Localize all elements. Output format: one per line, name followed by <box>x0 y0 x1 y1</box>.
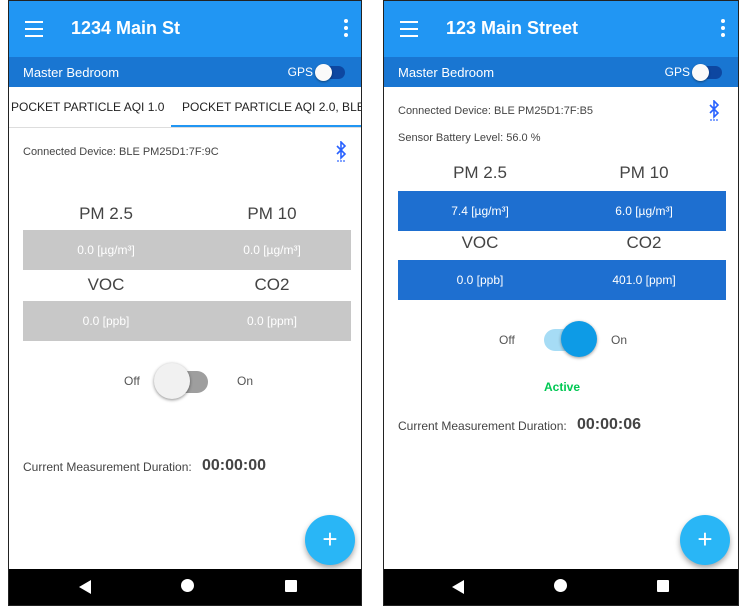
gps-label: GPS <box>664 65 690 79</box>
add-fab-button[interactable]: + <box>305 515 355 565</box>
system-nav-bar <box>384 569 738 605</box>
room-bar: Master Bedroom GPS <box>9 57 361 87</box>
gps-toggle-knob <box>692 64 709 81</box>
back-triangle-icon[interactable] <box>79 580 91 594</box>
voc-label: VOC <box>461 233 499 252</box>
plus-icon: + <box>697 524 713 554</box>
system-nav-bar <box>9 569 361 605</box>
gps-toggle-knob <box>315 64 332 81</box>
switch-off-label: Off <box>499 333 515 347</box>
home-circle-icon[interactable] <box>181 579 194 592</box>
gas-value-row: 0.0 [ppb] 0.0 [ppm] <box>23 301 351 341</box>
connected-device-label: Connected Device: BLE PM25D1:7F:9C <box>23 146 219 158</box>
bluetooth-searching-icon[interactable] <box>335 141 347 163</box>
pm10-value: 0.0 [µg/m³] <box>243 243 301 257</box>
recents-square-icon[interactable] <box>285 580 297 592</box>
pm-value-row: 7.4 [µg/m³] 6.0 [µg/m³] <box>398 191 726 231</box>
room-bar: Master Bedroom GPS <box>384 57 738 87</box>
pm-value-row: 0.0 [µg/m³] 0.0 [µg/m³] <box>23 230 351 270</box>
phone-screen-b: 123 Main Street Master Bedroom GPS Conne… <box>383 0 739 606</box>
measurement-switch-knob[interactable] <box>154 363 190 399</box>
room-label: Master Bedroom <box>23 65 120 80</box>
back-triangle-icon[interactable] <box>452 580 464 594</box>
tab-aqi-2-ble[interactable]: POCKET PARTICLE AQI 2.0, BLE <box>182 100 361 114</box>
switch-on-label: On <box>611 333 628 347</box>
bluetooth-searching-icon[interactable] <box>708 100 720 122</box>
phone-screen-a: 1234 Main St Master Bedroom GPS POCKET P… <box>8 0 362 606</box>
app-bar: 123 Main Street <box>384 1 738 57</box>
gas-value-row: 0.0 [ppb] 401.0 [ppm] <box>398 260 726 300</box>
co2-value: 401.0 [ppm] <box>612 273 676 287</box>
co2-label: CO2 <box>254 275 290 294</box>
measurement-switch-knob[interactable] <box>561 321 597 357</box>
status-active-label: Active <box>544 380 581 394</box>
overflow-menu-icon[interactable] <box>720 19 726 40</box>
pm10-label: PM 10 <box>619 163 669 182</box>
duration-label: Current Measurement Duration: <box>23 460 192 474</box>
plus-icon: + <box>322 524 338 554</box>
voc-value: 0.0 [ppb] <box>82 314 130 328</box>
tab-indicator <box>171 125 361 127</box>
hamburger-menu-icon[interactable] <box>400 21 418 37</box>
location-title: 1234 Main St <box>71 18 181 38</box>
pm25-label: PM 2.5 <box>79 204 133 223</box>
pm25-label: PM 2.5 <box>453 163 507 182</box>
overflow-menu-icon[interactable] <box>343 19 349 40</box>
gps-toggle[interactable] <box>315 64 345 81</box>
duration-label: Current Measurement Duration: <box>398 419 567 433</box>
add-fab-button[interactable]: + <box>680 515 730 565</box>
recents-square-icon[interactable] <box>657 580 669 592</box>
connected-device-label: Connected Device: BLE PM25D1:7F:B5 <box>398 105 594 117</box>
tab-bar: POCKET PARTICLE AQI 1.0 POCKET PARTICLE … <box>9 87 361 128</box>
pm25-value: 0.0 [µg/m³] <box>77 243 135 257</box>
pm25-value: 7.4 [µg/m³] <box>451 204 509 218</box>
pm10-label: PM 10 <box>247 204 297 223</box>
pm10-value: 6.0 [µg/m³] <box>615 204 673 218</box>
duration-value: 00:00:06 <box>577 416 642 433</box>
location-title: 123 Main Street <box>446 18 579 38</box>
voc-value: 0.0 [ppb] <box>456 273 504 287</box>
room-label: Master Bedroom <box>398 65 495 80</box>
co2-label: CO2 <box>626 233 662 252</box>
switch-on-label: On <box>237 374 254 388</box>
app-bar: 1234 Main St <box>9 1 361 57</box>
gps-toggle[interactable] <box>692 64 722 81</box>
co2-value: 0.0 [ppm] <box>246 314 298 328</box>
gps-label: GPS <box>287 65 313 79</box>
hamburger-menu-icon[interactable] <box>25 21 43 37</box>
duration-value: 00:00:00 <box>202 457 267 474</box>
switch-off-label: Off <box>124 374 140 388</box>
home-circle-icon[interactable] <box>554 579 567 592</box>
battery-level-label: Sensor Battery Level: 56.0 % <box>398 132 541 144</box>
voc-label: VOC <box>87 275 125 294</box>
tab-aqi-1[interactable]: POCKET PARTICLE AQI 1.0 <box>11 100 164 114</box>
